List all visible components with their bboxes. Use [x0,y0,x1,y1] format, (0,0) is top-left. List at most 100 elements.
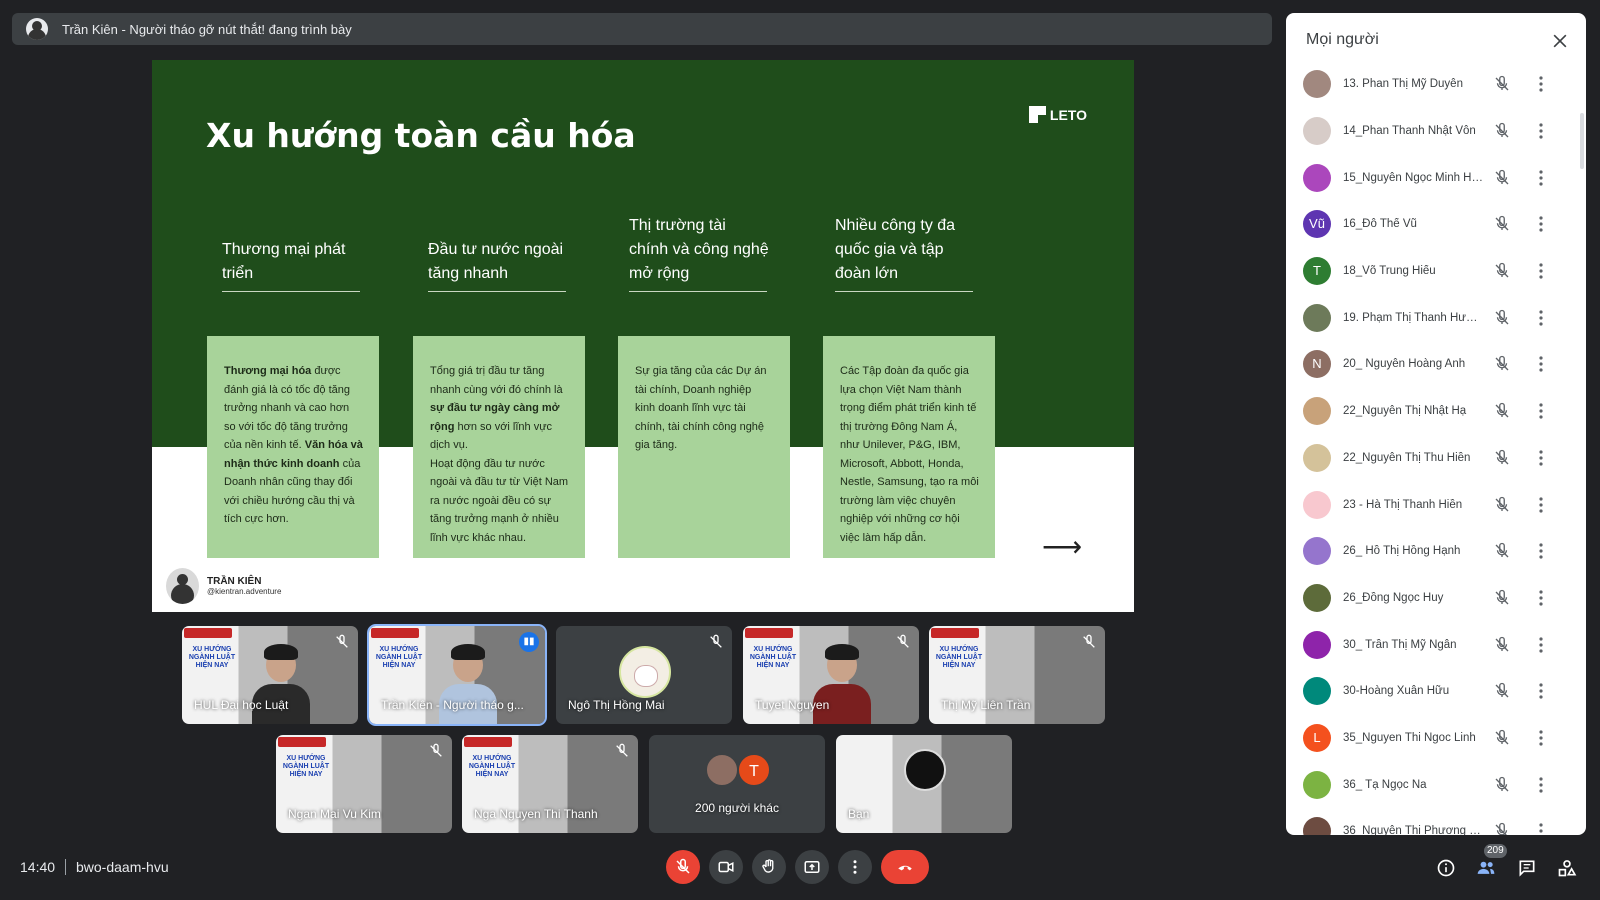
mic-off-icon[interactable] [1493,589,1511,607]
mic-off-icon[interactable] [1493,776,1511,794]
raise-hand-button[interactable] [752,850,786,884]
participant-name: 13. Phan Thị Mỹ Duyên [1343,78,1463,91]
meeting-details-button[interactable] [1433,855,1459,881]
participant-name: Tuyet Nguyen [755,698,830,712]
participant-row[interactable]: 30-Hoàng Xuân Hữu [1286,668,1586,715]
participant-row[interactable]: 13. Phan Thị Mỹ Duyên [1286,61,1586,108]
participant-row[interactable]: 23 - Hà Thị Thanh Hiền [1286,481,1586,528]
participant-name: 19. Phạm Thị Thanh Hương [1343,311,1485,324]
participant-row[interactable]: 26_Đồng Ngọc Huy [1286,575,1586,622]
mic-off-icon [1083,634,1095,648]
mic-off-icon[interactable] [1493,262,1511,280]
participant-name: 16_Đỗ Thế Vũ [1343,218,1417,231]
poster-text: XU HƯỚNG NGÀNH LUẬT HIỆN NAY [375,646,423,669]
participant-avatar [1303,117,1331,146]
close-icon[interactable] [1550,31,1570,51]
participant-name: 22_Nguyễn Thị Nhật Hạ [1343,405,1467,418]
mic-off-icon[interactable] [1493,636,1511,654]
poster-banner [931,628,979,638]
slide-column-heading: Nhiều công ty đa quốc gia và tập đoàn lớ… [835,217,955,282]
participant-name: Ngan Mai Vu Kim [288,807,381,821]
more-vertical-icon[interactable] [1534,682,1548,700]
participant-tile[interactable]: XU HƯỚNG NGÀNH LUẬT HIỆN NAY Nga Nguyen … [462,735,638,833]
slide-divider [835,291,973,292]
slide-author: TRẦN KIÊN @kientran.adventure [166,568,281,604]
participant-row[interactable]: 36_Nguyễn Thị Phương N... [1286,808,1586,835]
people-button[interactable] [1473,855,1499,881]
poster-text: XU HƯỚNG NGÀNH LUẬT HIỆN NAY [468,755,516,778]
slide-card: Thương mại hóa được đánh giá là có tốc đ… [207,336,379,558]
participant-tile[interactable]: XU HƯỚNG NGÀNH LUẬT HIỆN NAY Ngan Mai Vu… [276,735,452,833]
leave-call-button[interactable] [881,850,929,884]
more-options-button[interactable] [838,850,872,884]
mic-off-icon[interactable] [1493,542,1511,560]
more-vertical-icon[interactable] [1534,542,1548,560]
participant-row[interactable]: 22_Nguyễn Thị Nhật Hạ [1286,388,1586,435]
more-vertical-icon[interactable] [1534,776,1548,794]
people-panel: Mọi người 13. Phan Thị Mỹ Duyên 14_Phan T… [1286,13,1586,835]
more-vertical-icon[interactable] [1534,402,1548,420]
others-tile[interactable]: T 200 người khác [649,735,825,833]
participant-tile[interactable]: XU HƯỚNG NGÀNH LUẬT HIỆN NAY Thị Mỹ Liên… [929,626,1105,724]
participant-row[interactable]: 26_ Hồ Thị Hồng Hạnh [1286,528,1586,575]
more-vertical-icon[interactable] [1534,636,1548,654]
more-vertical-icon[interactable] [1534,355,1548,373]
mic-off-icon[interactable] [1493,682,1511,700]
more-vertical-icon[interactable] [1534,169,1548,187]
slide-divider [222,291,360,292]
participant-tile[interactable]: Ngô Thị Hồng Mai [556,626,732,724]
participant-avatar: L [1303,723,1331,752]
participant-avatar: T [1303,257,1331,286]
more-vertical-icon[interactable] [1534,75,1548,93]
activities-button[interactable] [1554,855,1580,881]
participant-tile[interactable]: XU HƯỚNG NGÀNH LUẬT HIỆN NAY HUL Đại học… [182,626,358,724]
participant-row[interactable]: 19. Phạm Thị Thanh Hương [1286,294,1586,341]
self-tile[interactable]: Bạn [836,735,1012,833]
mic-off-icon[interactable] [1493,122,1511,140]
participant-row[interactable]: Vũ 16_Đỗ Thế Vũ [1286,201,1586,248]
mic-off-icon[interactable] [1493,496,1511,514]
more-vertical-icon[interactable] [1534,215,1548,233]
mic-off-icon[interactable] [1493,355,1511,373]
arrow-right-icon: ⟶ [1042,531,1083,562]
mic-toggle-button[interactable] [666,850,700,884]
participant-row[interactable]: 30_ Trần Thị Mỹ Ngân [1286,621,1586,668]
participant-tile[interactable]: XU HƯỚNG NGÀNH LUẬT HIỆN NAY ▮▮ Trần Kiê… [367,624,547,726]
participant-row[interactable]: 22_Nguyễn Thị Thu Hiền [1286,435,1586,482]
mic-off-icon[interactable] [1493,822,1511,835]
participant-row[interactable]: 14_Phan Thanh Nhật Vôn [1286,108,1586,155]
participant-row[interactable]: T 18_Võ Trung Hiếu [1286,248,1586,295]
chat-button[interactable] [1514,855,1540,881]
mic-off-icon[interactable] [1493,729,1511,747]
participant-row[interactable]: N 20_ Nguyễn Hoàng Anh [1286,341,1586,388]
participant-row[interactable]: L 35_Nguyen Thi Ngoc Linh [1286,715,1586,762]
mic-off-icon[interactable] [1493,215,1511,233]
more-vertical-icon[interactable] [1534,822,1548,835]
more-vertical-icon[interactable] [1534,122,1548,140]
mic-off-icon[interactable] [1493,402,1511,420]
mic-off-icon[interactable] [1493,169,1511,187]
more-vertical-icon[interactable] [1534,496,1548,514]
more-vertical-icon[interactable] [1534,309,1548,327]
author-photo [166,568,199,604]
participant-avatar: T [737,753,771,787]
participant-row[interactable]: 15_Nguyễn Ngọc Minh Hằ... [1286,154,1586,201]
mic-off-icon[interactable] [1493,449,1511,467]
participant-row[interactable]: 36_ Tạ Ngọc Na [1286,761,1586,808]
participant-avatar [1303,537,1331,566]
present-screen-button[interactable] [795,850,829,884]
more-vertical-icon[interactable] [1534,449,1548,467]
mic-off-icon[interactable] [1493,309,1511,327]
poster-banner [278,737,326,747]
participant-tile[interactable]: XU HƯỚNG NGÀNH LUẬT HIỆN NAY Tuyet Nguye… [743,626,919,724]
more-vertical-icon[interactable] [1534,262,1548,280]
more-vertical-icon[interactable] [1534,729,1548,747]
camera-toggle-button[interactable] [709,850,743,884]
more-vertical-icon[interactable] [1534,589,1548,607]
participant-avatar [1303,443,1331,472]
hang-up-icon [898,865,912,871]
mic-off-icon[interactable] [1493,75,1511,93]
participant-avatar [1303,163,1331,192]
participant-name: Bạn [848,807,870,821]
slide-column-heading: Thị trường tài chính và công nghệ mở rộn… [629,217,769,282]
